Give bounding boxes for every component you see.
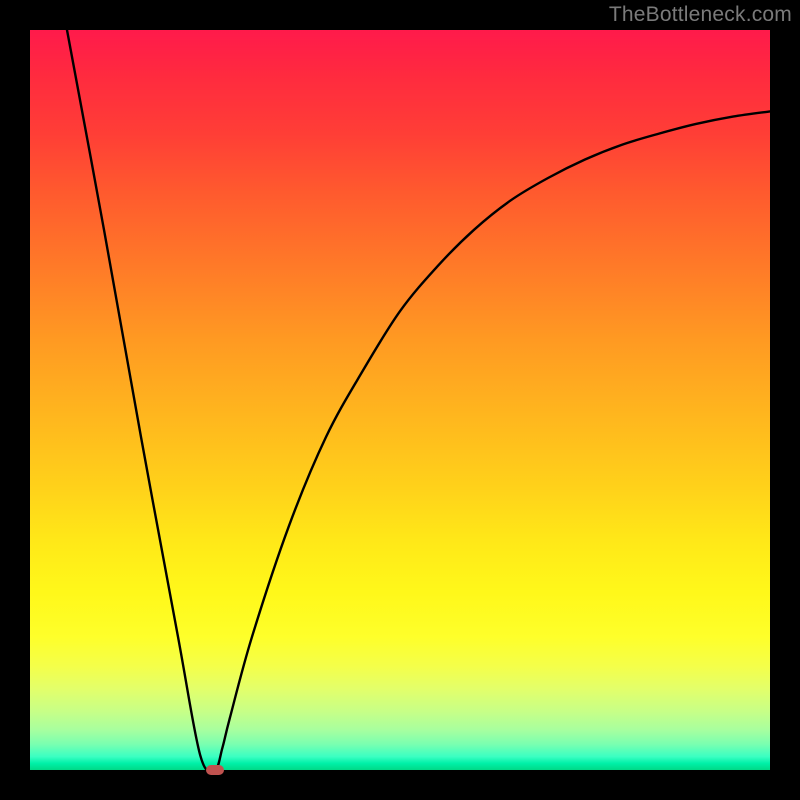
- watermark-text: TheBottleneck.com: [609, 3, 792, 27]
- plot-area: [30, 30, 770, 770]
- bottleneck-curve: [67, 30, 770, 772]
- sweet-spot-marker: [206, 765, 224, 775]
- chart-stage: TheBottleneck.com: [0, 0, 800, 800]
- curve-layer: [30, 30, 770, 770]
